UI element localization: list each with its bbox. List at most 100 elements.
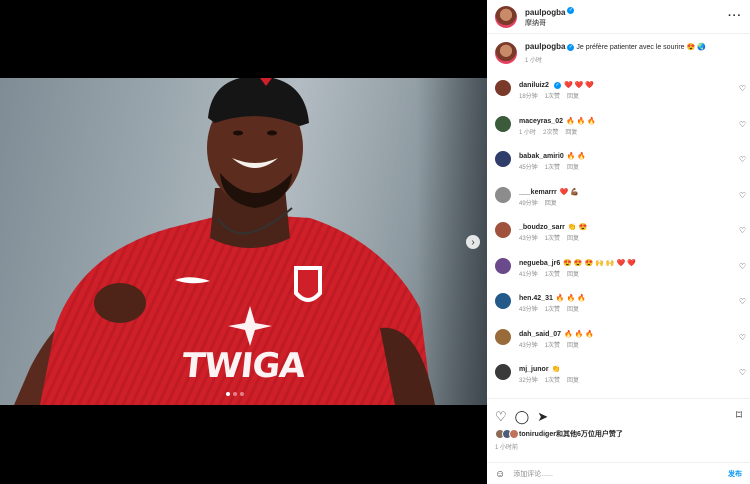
comment-body: negueba_jr6 😍 😍 😍 🙌 🙌 ❤️ ❤️ 41分钟 1次赞 回复 xyxy=(519,259,636,280)
caption-text: Je préfère patienter avec le sourire 😍 🌏 xyxy=(576,44,706,51)
comment-text: 🔥 🔥 xyxy=(566,153,587,160)
likes-summary: tonirudiger和其他6万位用户赞了 xyxy=(487,427,750,439)
next-slide-button[interactable]: › xyxy=(466,235,480,249)
comment-time: 43分钟 xyxy=(519,236,538,242)
comment-text: 🔥 🔥 🔥 xyxy=(566,117,597,125)
avatar[interactable] xyxy=(495,80,511,96)
reply-button[interactable]: 回复 xyxy=(567,236,579,242)
comment-body: ___kemarrr ❤️ 💪🏾 49分钟 回复 xyxy=(519,188,579,209)
reply-button[interactable]: 回复 xyxy=(545,201,557,207)
comment-row: dah_said_07 🔥 🔥 🔥 43分钟 1次赞 回复 ♡ xyxy=(487,324,750,360)
slide-dot xyxy=(233,392,237,396)
bookmark-icon[interactable]: ⌑ xyxy=(736,408,742,422)
comment-likes[interactable]: 1次赞 xyxy=(545,343,560,349)
comment-body: daniluiz2 ✓ ❤️ ❤️ ❤️ 18分钟 1次赞 回复 xyxy=(519,81,594,102)
comment-row: maceyras_02 🔥 🔥 🔥 1 小时 2次赞 回复 ♡ xyxy=(487,111,750,147)
comment-text: 😍 😍 😍 🙌 🙌 ❤️ ❤️ xyxy=(563,259,636,267)
comment-meta: 18分钟 1次赞 回复 xyxy=(519,93,594,102)
comment-username[interactable]: negueba_jr6 xyxy=(519,260,560,267)
comment-like-icon[interactable]: ♡ xyxy=(739,297,746,306)
comment-icon[interactable]: ◯ xyxy=(515,409,530,425)
reply-button[interactable]: 回复 xyxy=(567,94,579,100)
comment-input[interactable]: 添加评论...... xyxy=(513,469,728,479)
reply-button[interactable]: 回复 xyxy=(567,307,579,313)
chevron-right-icon: › xyxy=(471,236,475,248)
comment-like-icon[interactable]: ♡ xyxy=(739,333,746,342)
slide-indicator xyxy=(226,392,244,396)
avatar[interactable] xyxy=(495,293,511,309)
comment-body: hen.42_31 🔥 🔥 🔥 43分钟 1次赞 回复 xyxy=(519,294,586,315)
comment-username[interactable]: daniluiz2 xyxy=(519,82,549,89)
likes-text[interactable]: tonirudiger和其他6万位用户赞了 xyxy=(519,429,623,439)
comment-meta: 43分钟 1次赞 回复 xyxy=(519,306,586,315)
reply-button[interactable]: 回复 xyxy=(567,165,579,171)
comment-body: mj_junor 👏 32分钟 1次赞 回复 xyxy=(519,365,586,386)
action-icons: ♡ ◯ ➤ ⌑ xyxy=(487,399,750,427)
reply-button[interactable]: 回复 xyxy=(567,272,579,278)
comment-username[interactable]: babak_amiri0 xyxy=(519,153,564,160)
comment-time: 32分钟 xyxy=(519,378,538,384)
avatar[interactable] xyxy=(495,151,511,167)
comment-username[interactable]: mj_junor xyxy=(519,366,549,373)
verified-icon: ✓ xyxy=(567,43,575,51)
like-icon[interactable]: ♡ xyxy=(495,409,507,425)
comment-likes[interactable]: 1次赞 xyxy=(545,272,560,278)
comment-like-icon[interactable]: ♡ xyxy=(739,191,746,200)
comment-username[interactable]: ___kemarrr xyxy=(519,189,557,196)
comment-likes[interactable]: 1次赞 xyxy=(545,307,560,313)
avatar[interactable] xyxy=(495,5,517,28)
more-options-icon[interactable]: ··· xyxy=(728,10,742,22)
comment-meta: 1 小时 2次赞 回复 xyxy=(519,129,596,138)
comment-likes[interactable]: 1次赞 xyxy=(545,378,560,384)
comment-text: 👏 😍 xyxy=(567,224,588,231)
post-comment-button[interactable]: 发布 xyxy=(728,469,742,479)
add-comment-bar: ☺ 添加评论...... 发布 xyxy=(487,462,750,484)
comment-meta: 43分钟 1次赞 回复 xyxy=(519,342,594,351)
avatar[interactable] xyxy=(495,186,511,203)
comment-meta: 43分钟 1次赞 回复 xyxy=(519,235,587,244)
location-link[interactable]: 摩纳哥 xyxy=(525,18,574,29)
comment-username[interactable]: hen.42_31 xyxy=(519,295,553,302)
reply-button[interactable]: 回复 xyxy=(567,378,579,384)
comment-like-icon[interactable]: ♡ xyxy=(739,84,746,93)
reply-button[interactable]: 回复 xyxy=(567,343,579,349)
header-username[interactable]: paulpogba xyxy=(525,8,565,17)
comment-likes[interactable]: 1次赞 xyxy=(545,165,560,171)
comment-like-icon[interactable]: ♡ xyxy=(739,155,746,164)
avatar[interactable] xyxy=(495,222,511,238)
comment-time: 49分钟 xyxy=(519,200,538,207)
avatar[interactable] xyxy=(495,42,517,64)
comment-username[interactable]: dah_said_07 xyxy=(519,331,561,338)
avatar[interactable] xyxy=(495,257,511,274)
post-caption: paulpogba ✓ Je préfère patienter avec le … xyxy=(487,34,750,74)
avatar[interactable] xyxy=(495,364,511,380)
comment-list[interactable]: daniluiz2 ✓ ❤️ ❤️ ❤️ 18分钟 1次赞 回复 ♡ maceyras_02 🔥… xyxy=(487,75,750,398)
comment-body: dah_said_07 🔥 🔥 🔥 43分钟 1次赞 回复 xyxy=(519,330,594,351)
comment-like-icon[interactable]: ♡ xyxy=(739,120,746,129)
caption-body: paulpogba ✓ Je préfère patienter avec le … xyxy=(525,42,706,74)
emoji-icon[interactable]: ☺ xyxy=(495,469,505,480)
action-bar: ♡ ◯ ➤ ⌑ tonirudiger和其他6万位用户赞了 1 小时前 ☺ 添加… xyxy=(487,398,750,484)
avatar[interactable] xyxy=(495,115,511,132)
reply-button[interactable]: 回复 xyxy=(565,130,577,136)
share-icon[interactable]: ➤ xyxy=(537,409,548,425)
comment-like-icon[interactable]: ♡ xyxy=(739,226,746,235)
comment-like-icon[interactable]: ♡ xyxy=(739,262,746,271)
comment-row: mj_junor 👏 32分钟 1次赞 回复 ♡ xyxy=(487,359,750,395)
comment-time: 41分钟 xyxy=(519,271,538,278)
post-photo[interactable]: TWIGA xyxy=(0,78,487,405)
comment-likes[interactable]: 1次赞 xyxy=(545,236,560,242)
avatar[interactable] xyxy=(495,328,511,345)
caption-username[interactable]: paulpogba xyxy=(525,42,565,51)
post-time: 1 小时前 xyxy=(495,445,519,451)
slide-dot xyxy=(226,392,230,396)
comment-time: 18分钟 xyxy=(519,94,538,100)
caption-time: 1 小时 xyxy=(525,58,543,64)
comment-likes[interactable]: 2次赞 xyxy=(543,130,558,136)
comment-likes[interactable]: 1次赞 xyxy=(545,94,560,100)
comment-body: babak_amiri0 🔥 🔥 45分钟 1次赞 回复 xyxy=(519,152,586,173)
comment-username[interactable]: _boudzo_sarr xyxy=(519,224,565,231)
comment-username[interactable]: maceyras_02 xyxy=(519,118,563,125)
comment-text: 👏 xyxy=(551,366,561,373)
comment-like-icon[interactable]: ♡ xyxy=(739,368,746,377)
